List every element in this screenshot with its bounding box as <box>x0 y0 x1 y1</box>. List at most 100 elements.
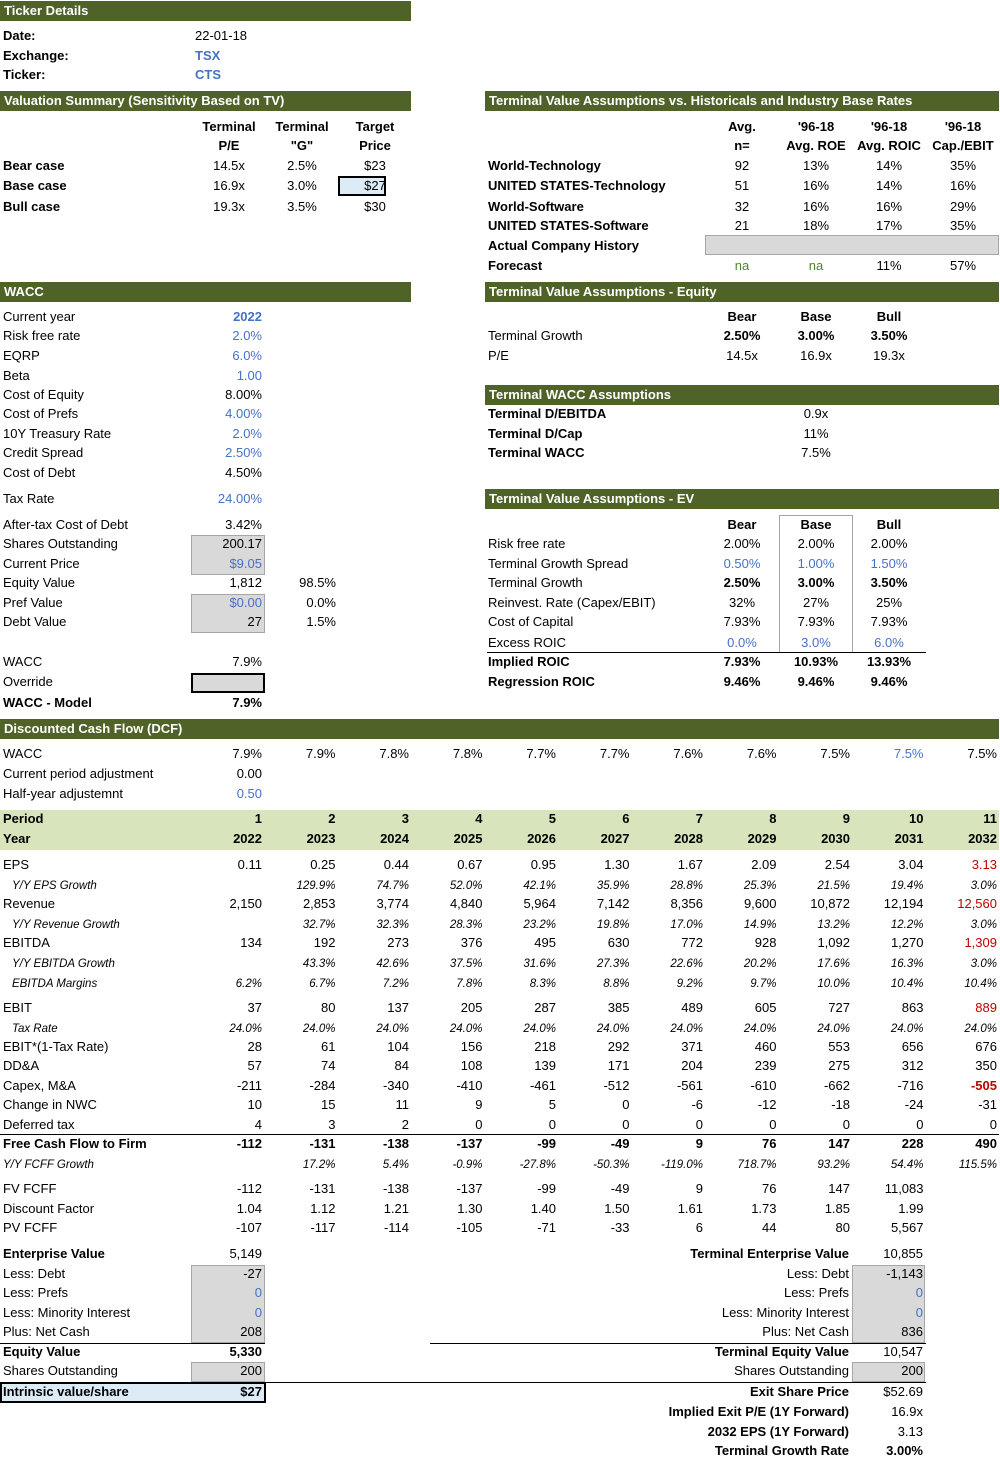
ev-row-value: 27% <box>802 595 830 610</box>
ev-bridge-value: 5,330 <box>229 1344 262 1359</box>
fcff-divider <box>0 1134 999 1135</box>
wacc-row-value[interactable]: 2022 <box>190 309 262 325</box>
dcf-row-value: -138 <box>382 1181 409 1196</box>
dcf-row-label: PV FCFF <box>3 1220 58 1235</box>
dcf-row-value: 84 <box>394 1058 409 1073</box>
dcf-period-value: 3 <box>401 811 409 826</box>
wacc-row-label: Cost of Prefs <box>3 406 79 421</box>
bull-case-price: $30 <box>364 199 386 214</box>
dcf-row-value: 8,356 <box>670 896 703 911</box>
wacc-row-value[interactable]: 2.0% <box>190 426 262 442</box>
dcf-year-value: 2022 <box>233 831 262 846</box>
dcf-row-value: 1.30 <box>604 857 630 872</box>
dcf-row-value: 0.95 <box>530 857 556 872</box>
wacc-row-value[interactable]: 2.0% <box>190 328 262 344</box>
dcf-row-value: 19.8% <box>596 919 630 931</box>
dcf-row-value: 5.4% <box>382 1159 409 1171</box>
dcf-row-value: 1.99 <box>898 1201 924 1216</box>
ev-row-value[interactable]: 1.00% <box>780 556 852 572</box>
wacc-row-value[interactable]: 1.00 <box>190 368 262 384</box>
dcf-row-value: 460 <box>754 1039 777 1054</box>
ticker-value[interactable]: CTS <box>195 67 221 83</box>
tv-ev-header: Terminal Value Assumptions - EV <box>485 489 999 509</box>
dcf-row-value: 10.4% <box>890 978 924 990</box>
dcf-period-value: 9 <box>842 811 850 826</box>
dcf-row-value: 12.2% <box>890 919 924 931</box>
dcf-row-label: EBIT <box>3 1000 32 1015</box>
wacc-row-value[interactable]: 4.00% <box>190 406 262 422</box>
dcf-period-value: 2 <box>328 811 336 826</box>
dcf-period-value: 5 <box>548 811 556 826</box>
dcf-row-value: 24.0% <box>596 1023 630 1035</box>
hist-row-value: 35% <box>949 158 977 173</box>
wacc-row-value[interactable]: $0.00 <box>190 595 262 611</box>
dcf-row-value: 490 <box>975 1136 997 1151</box>
dcf-row-value: 863 <box>901 1000 924 1015</box>
dcf-wacc-value: 7.6% <box>746 746 777 761</box>
dcf-row-label: DD&A <box>3 1058 40 1073</box>
dcf-row-value: 139 <box>534 1058 556 1073</box>
wacc-row-label: Risk free rate <box>3 328 81 343</box>
eq-pe-bear: 14.5x <box>726 348 758 363</box>
hist-col-roe-1: '96-18 <box>797 119 835 134</box>
dcf-row-value: 24.0% <box>523 1023 556 1035</box>
dcf-period-label: Period <box>3 811 44 826</box>
dcf-row-value: 24.0% <box>890 1023 924 1035</box>
wacc-row-label: Shares Outstanding <box>3 536 118 551</box>
hist-col-n-2: n= <box>734 138 750 153</box>
dcf-row-value: 22.6% <box>670 958 703 970</box>
dcf-row-value: 495 <box>534 935 556 950</box>
wacc-row-value[interactable]: 6.0% <box>190 348 262 364</box>
dcf-row-value: 10,872 <box>810 896 850 911</box>
dcf-row-value: 9 <box>475 1097 483 1112</box>
ev-row-value: 10.93% <box>793 654 839 669</box>
wacc-row-label: EQRP <box>3 348 40 363</box>
dcf-row-value: -24 <box>904 1097 924 1112</box>
dcf-row-value: 24.0% <box>229 1023 262 1035</box>
ev-row-value[interactable]: 3.0% <box>780 635 852 651</box>
dcf-wacc-label: WACC <box>3 746 43 761</box>
wacc-header: WACC <box>0 282 411 302</box>
dcf-row-value: 17.2% <box>302 1159 336 1171</box>
dcf-row-value: 1.12 <box>310 1201 336 1216</box>
ev-row-label: Cost of Capital <box>488 614 574 629</box>
ev-row-label: Terminal Growth <box>488 575 583 590</box>
dcf-row-value: 1.85 <box>824 1201 850 1216</box>
dcf-row-value: 2,150 <box>229 896 262 911</box>
wacc-row-value[interactable]: $9.05 <box>190 556 262 572</box>
ev-row-value: 7.93% <box>870 614 908 629</box>
dcf-period-value: 1 <box>254 811 262 826</box>
ev-row-value: 7.93% <box>723 654 761 669</box>
ev-row-value[interactable]: 0.50% <box>706 556 778 572</box>
terminal-bridge-value: 0 <box>915 1305 923 1320</box>
ev-row-value[interactable]: 1.50% <box>852 556 926 572</box>
dcf-wacc-value: 7.5% <box>820 746 850 761</box>
ev-implied-divider <box>487 652 926 653</box>
dcf-adjust-value[interactable]: 0.50 <box>190 786 262 802</box>
wacc-row-value[interactable]: 24.00% <box>190 491 262 507</box>
bear-case-pe: 14.5x <box>213 158 245 173</box>
dcf-row-value: 3.04 <box>898 857 924 872</box>
dcf-row-value: 2,853 <box>302 896 336 911</box>
ev-row-value[interactable]: 0.0% <box>706 635 778 651</box>
eq-pe-label: P/E <box>488 348 509 363</box>
dcf-year-value: 2023 <box>306 831 336 846</box>
dcf-row-value: 3,774 <box>376 896 409 911</box>
dcf-row-value: 12,194 <box>883 896 924 911</box>
wacc-row-value[interactable]: 2.50% <box>190 445 262 461</box>
dcf-row-value: 115.5% <box>958 1159 997 1171</box>
dcf-row-value: 16.3% <box>890 958 924 970</box>
eq-terminal-growth-bull: 3.50% <box>870 328 908 343</box>
terminal-bridge-label: Shares Outstanding <box>734 1363 849 1378</box>
exchange-value[interactable]: TSX <box>195 48 220 64</box>
ev-row-value[interactable]: 6.0% <box>852 635 926 651</box>
dcf-row-value: 43.3% <box>302 958 336 970</box>
hist-row-value: na <box>734 258 750 273</box>
dcf-row-value: 1.73 <box>751 1201 777 1216</box>
hist-row-label: Actual Company History <box>488 238 639 253</box>
hist-row-value: 51 <box>734 178 750 193</box>
terminal-bridge-label: Terminal Equity Value <box>714 1344 849 1359</box>
dcf-row-value: 19.4% <box>890 880 924 892</box>
wacc-override-input[interactable] <box>191 673 265 693</box>
dcf-year-value: 2029 <box>747 831 777 846</box>
